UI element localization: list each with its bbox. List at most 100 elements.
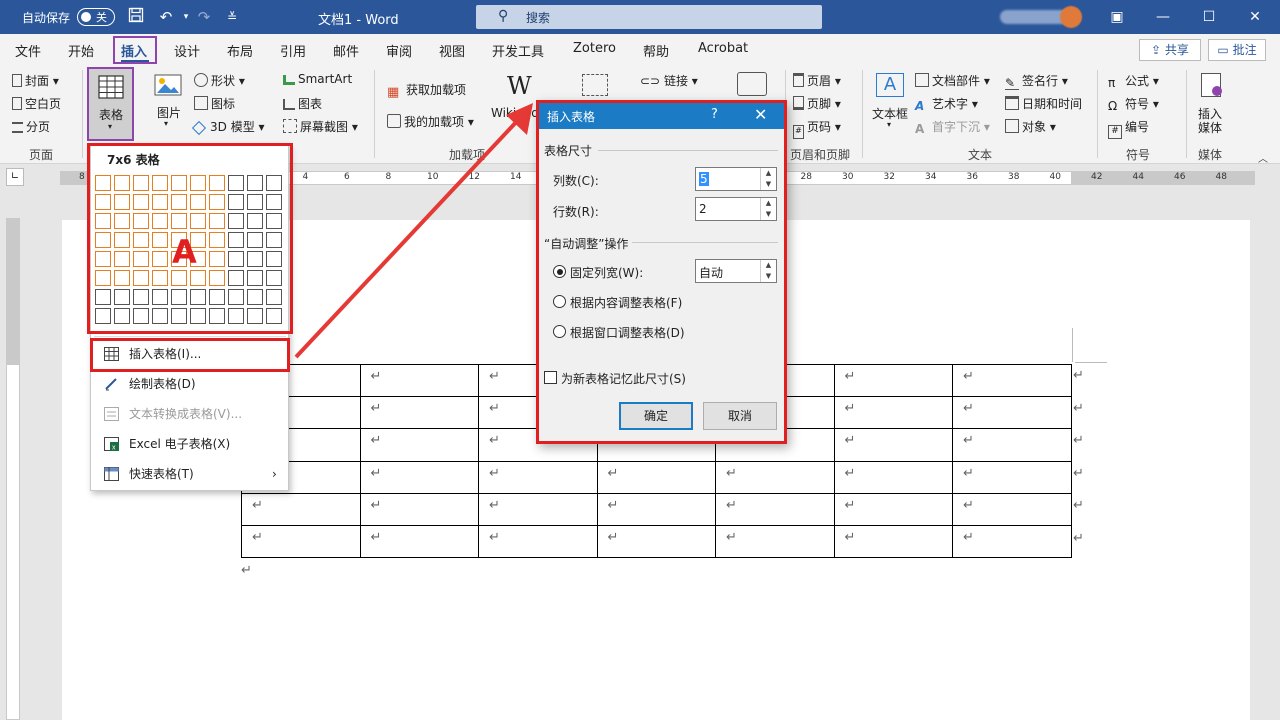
footer-button[interactable]: 页脚 ▾: [793, 95, 841, 112]
table-cell[interactable]: ↵: [952, 428, 1072, 462]
picture-button[interactable]: 图片 ▾: [154, 74, 184, 128]
ribbon-display-options-icon[interactable]: ▣: [1094, 0, 1140, 34]
wikipedia-icon[interactable]: W: [507, 72, 532, 100]
date-time-button[interactable]: 日期和时间: [1005, 95, 1082, 112]
table-cell[interactable]: ↵: [359, 428, 479, 462]
tab-file[interactable]: 文件: [15, 41, 41, 60]
table-cell[interactable]: ↵: [478, 492, 598, 526]
comments-button[interactable]: ▭ 批注: [1208, 39, 1266, 61]
autofit-content-radio[interactable]: [553, 295, 566, 308]
close-window-icon[interactable]: ✕: [1232, 0, 1278, 34]
table-cell[interactable]: ↵: [596, 524, 716, 559]
table-cell[interactable]: ↵: [833, 363, 953, 398]
maximize-icon[interactable]: ☐: [1186, 0, 1232, 34]
autosave-toggle[interactable]: 关: [77, 8, 115, 26]
spinner-arrows-icon[interactable]: ▲ ▼: [760, 260, 776, 282]
tab-review[interactable]: 审阅: [386, 41, 412, 60]
spinner-arrows-icon[interactable]: ▲ ▼: [760, 168, 776, 190]
textbox-button[interactable]: A 文本框 ▾: [872, 72, 908, 132]
table-cell[interactable]: ↵: [833, 396, 953, 430]
table-cell[interactable]: ↵: [952, 460, 1072, 494]
shapes-button[interactable]: 形状 ▾: [194, 72, 245, 89]
undo-dropdown-icon[interactable]: ▾: [176, 7, 196, 27]
blank-page-button[interactable]: 空白页: [12, 95, 61, 112]
share-button[interactable]: ⇪ 共享: [1139, 39, 1201, 61]
minimize-icon[interactable]: —: [1140, 0, 1186, 34]
table-cell[interactable]: ↵: [833, 460, 953, 494]
wordart-button[interactable]: A 艺术字 ▾: [915, 95, 978, 113]
object-button[interactable]: 对象 ▾: [1005, 118, 1056, 135]
cancel-button[interactable]: 取消: [703, 402, 777, 430]
rows-spinner[interactable]: 2 ▲ ▼: [695, 197, 777, 221]
table-cell[interactable]: ↵: [478, 460, 598, 494]
close-icon[interactable]: ✕: [754, 105, 767, 124]
spinner-arrows-icon[interactable]: ▲ ▼: [760, 198, 776, 220]
remember-size-checkbox[interactable]: [544, 371, 557, 384]
undo-icon[interactable]: ↶: [156, 7, 176, 27]
tab-developer[interactable]: 开发工具: [492, 41, 544, 60]
table-cell[interactable]: ↵: [359, 363, 479, 398]
table-cell[interactable]: ↵: [241, 492, 361, 526]
columns-spinner[interactable]: 5 ▲ ▼: [695, 167, 777, 191]
table-cell[interactable]: ↵: [715, 524, 835, 559]
convert-text-menu-item[interactable]: 文本转换成表格(V)...: [100, 401, 285, 427]
chart-button[interactable]: 图表: [283, 95, 322, 112]
table-cell[interactable]: ↵: [359, 460, 479, 494]
tab-acrobat[interactable]: Acrobat: [698, 41, 748, 56]
table-button[interactable]: 表格 ▾: [87, 67, 134, 141]
autofit-window-radio[interactable]: [553, 325, 566, 338]
table-cell[interactable]: ↵: [833, 492, 953, 526]
tab-design[interactable]: 设计: [174, 41, 200, 60]
header-button[interactable]: 页眉 ▾: [793, 72, 841, 89]
table-cell[interactable]: ↵: [715, 460, 835, 494]
table-cell[interactable]: ↵: [952, 396, 1072, 430]
table-cell[interactable]: ↵: [478, 524, 598, 559]
tab-zotero[interactable]: Zotero: [573, 41, 616, 56]
avatar[interactable]: [1060, 6, 1082, 28]
column-width-spinner[interactable]: 自动 ▲ ▼: [695, 259, 777, 283]
signature-line-button[interactable]: ✎ 签名行 ▾: [1005, 72, 1068, 90]
table-cell[interactable]: ↵: [833, 524, 953, 559]
page-break-button[interactable]: 分页: [12, 118, 50, 135]
quick-tables-menu-item[interactable]: 快速表格(T) ›: [100, 461, 285, 487]
comment-insert-icon[interactable]: [737, 72, 767, 96]
online-video-icon[interactable]: [582, 74, 608, 96]
tab-references[interactable]: 引用: [280, 41, 306, 60]
help-icon[interactable]: ?: [711, 107, 718, 122]
symbol-button[interactable]: Ω 符号 ▾: [1108, 95, 1159, 113]
draw-table-menu-item[interactable]: 绘制表格(D): [100, 371, 285, 397]
screenshot-button[interactable]: 屏幕截图 ▾: [283, 118, 358, 135]
3d-model-button[interactable]: 3D 模型 ▾: [191, 118, 265, 136]
table-cell[interactable]: ↵: [359, 396, 479, 430]
number-button[interactable]: # 编号: [1108, 118, 1149, 139]
table-cell[interactable]: ↵: [952, 492, 1072, 526]
tab-home[interactable]: 开始: [68, 41, 94, 60]
link-button[interactable]: ⊂⊃ 链接 ▾: [640, 72, 698, 89]
my-addins-button[interactable]: 我的加载项 ▾: [387, 113, 474, 130]
redo-icon[interactable]: ↷: [194, 7, 214, 27]
insert-media-button[interactable]: 插入 媒体: [1195, 72, 1229, 136]
smartart-button[interactable]: SmartArt: [283, 72, 352, 86]
get-addins-button[interactable]: ▦ 获取加载项: [387, 81, 466, 101]
table-cell[interactable]: ↵: [241, 524, 361, 559]
ok-button[interactable]: 确定: [619, 402, 693, 430]
excel-spreadsheet-menu-item[interactable]: x Excel 电子表格(X): [100, 431, 285, 457]
tab-layout[interactable]: 布局: [227, 41, 253, 60]
table-cell[interactable]: ↵: [359, 492, 479, 526]
table-cell[interactable]: ↵: [952, 363, 1072, 398]
cover-page-button[interactable]: 封面 ▾: [12, 72, 59, 89]
tab-view[interactable]: 视图: [439, 41, 465, 60]
table-cell[interactable]: ↵: [596, 460, 716, 494]
quick-parts-button[interactable]: 文档部件 ▾: [915, 72, 990, 89]
tab-mailings[interactable]: 邮件: [333, 41, 359, 60]
tab-help[interactable]: 帮助: [643, 41, 669, 60]
search-box[interactable]: ⚲ 搜索: [476, 5, 822, 29]
icons-button[interactable]: 图标: [194, 95, 235, 112]
save-icon[interactable]: [126, 7, 146, 27]
vertical-ruler[interactable]: [6, 218, 20, 720]
equation-button[interactable]: π 公式 ▾: [1108, 72, 1159, 90]
table-cell[interactable]: ↵: [596, 492, 716, 526]
customize-qat-icon[interactable]: ≚: [222, 7, 242, 27]
drop-cap-button[interactable]: A 首字下沉 ▾: [915, 118, 990, 136]
tab-selector[interactable]: ∟: [6, 168, 24, 186]
